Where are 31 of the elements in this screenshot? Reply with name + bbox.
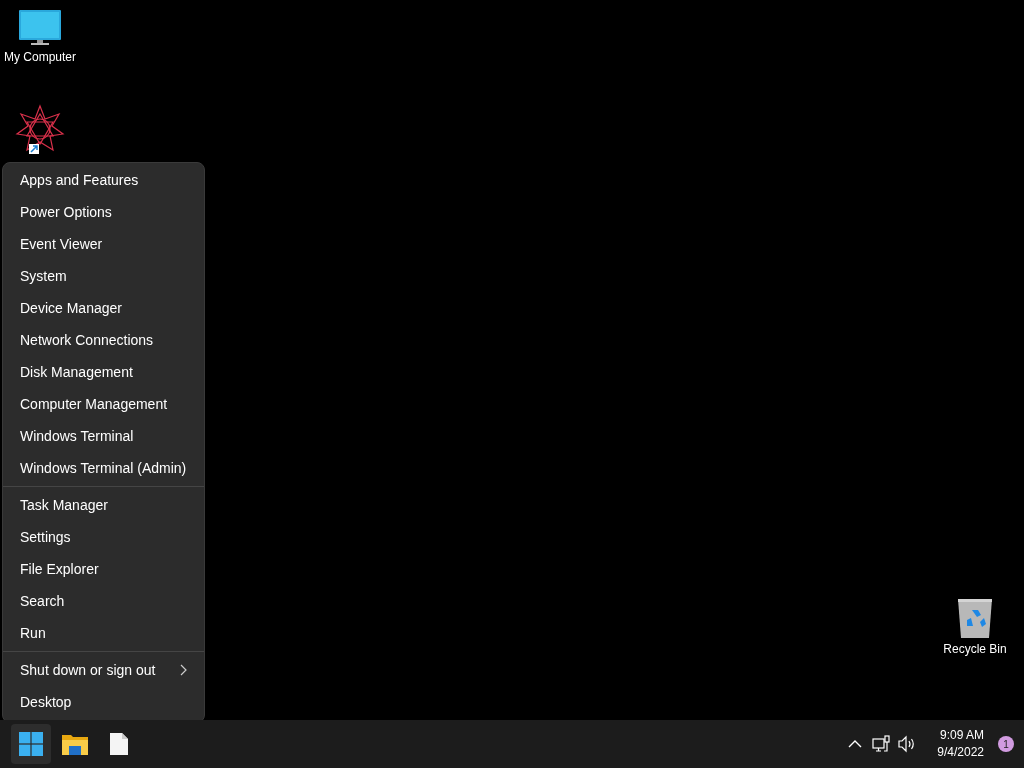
menu-item[interactable]: Search — [6, 585, 201, 617]
menu-item[interactable]: Event Viewer — [6, 228, 201, 260]
menu-item[interactable]: Windows Terminal — [6, 420, 201, 452]
folder-icon — [62, 733, 88, 755]
star-pattern-icon — [15, 104, 65, 154]
menu-item[interactable]: Task Manager — [6, 489, 201, 521]
menu-item[interactable]: Device Manager — [6, 292, 201, 324]
menu-item[interactable]: System — [6, 260, 201, 292]
menu-item[interactable]: Shut down or sign out — [6, 654, 201, 686]
monitor-icon — [18, 8, 62, 48]
menu-item[interactable]: Network Connections — [6, 324, 201, 356]
menu-item[interactable]: Computer Management — [6, 388, 201, 420]
menu-item[interactable]: File Explorer — [6, 553, 201, 585]
taskbar-button[interactable] — [11, 724, 51, 764]
recycle-bin-icon — [955, 596, 995, 640]
document-icon — [110, 733, 128, 755]
network-icon[interactable] — [871, 734, 892, 754]
chevron-right-icon — [179, 664, 187, 676]
menu-item[interactable]: Desktop — [6, 686, 201, 718]
desktop-icon-label[interactable]: Recycle Bin — [943, 642, 1007, 656]
menu-item[interactable]: Disk Management — [6, 356, 201, 388]
notification-badge[interactable]: 1 — [998, 736, 1014, 752]
menu-item[interactable]: Run — [6, 617, 201, 649]
windows-logo-icon — [19, 732, 43, 756]
menu-item[interactable]: Power Options — [6, 196, 201, 228]
clock-date[interactable]: 9/4/2022 — [937, 744, 984, 761]
menu-item[interactable]: Apps and Features — [6, 164, 201, 196]
clock-time[interactable]: 9:09 AM — [939, 727, 984, 744]
menu-item[interactable]: Windows Terminal (Admin) — [6, 452, 201, 484]
desktop-icon-label[interactable]: My Computer — [4, 50, 76, 64]
menu-item[interactable]: Settings — [6, 521, 201, 553]
